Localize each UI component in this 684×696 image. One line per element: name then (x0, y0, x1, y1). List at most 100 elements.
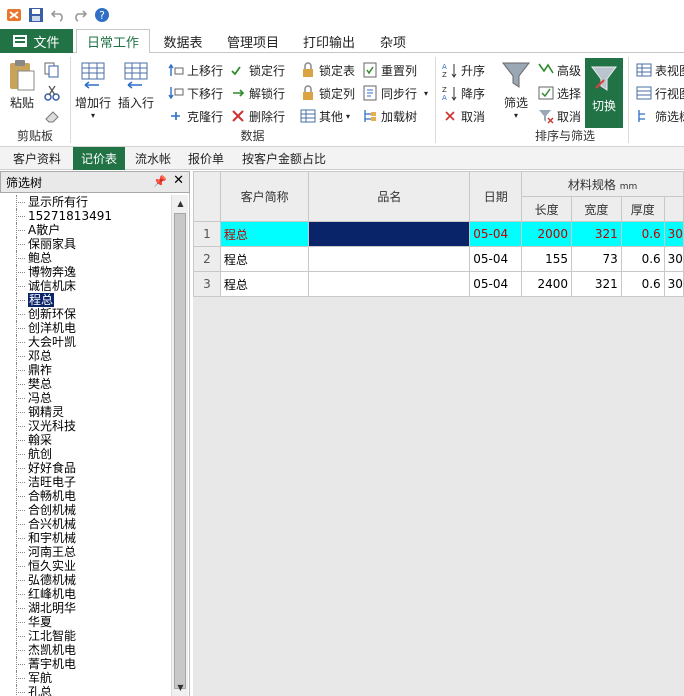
product-cell[interactable] (308, 246, 471, 272)
load-tree-button[interactable]: 加载树 (362, 106, 417, 126)
tree-item[interactable]: 和宇机械 (0, 531, 170, 545)
date-cell[interactable]: 05-04 (469, 221, 523, 247)
advanced-filter-button[interactable]: 高级 (538, 60, 581, 80)
move-down-button[interactable]: 下移行 (168, 83, 223, 103)
filter-tree-button[interactable]: 筛选树 (636, 106, 684, 126)
tab-manage-projects[interactable]: 管理项目 (218, 29, 288, 53)
product-cell[interactable] (308, 221, 471, 247)
tree-item[interactable]: 华夏 (0, 615, 170, 629)
row-view-button[interactable]: 行视图 (636, 83, 684, 103)
pin-icon[interactable]: 📌 (153, 175, 167, 188)
unlock-row-button[interactable]: 解锁行 (230, 83, 285, 103)
thickness-column-header[interactable]: 厚度 (620, 196, 665, 222)
tab-daily-work[interactable]: 日常工作 (76, 29, 150, 54)
add-row-button[interactable]: 增加行 ▾ (74, 59, 112, 120)
extra-cell[interactable]: 30 (663, 271, 684, 297)
help-icon[interactable]: ? (94, 7, 110, 23)
format-painter-button[interactable] (44, 106, 60, 126)
customer-cell[interactable]: 程总 (219, 221, 310, 247)
thickness-cell[interactable]: 0.6 (620, 221, 665, 247)
paste-button[interactable]: 粘贴 (4, 59, 40, 111)
table-row[interactable]: 3 程总 05-04 2400 321 0.6 30 (193, 271, 684, 297)
tree-item[interactable]: 河南王总 (0, 545, 170, 559)
tree-item[interactable]: 军航 (0, 671, 170, 685)
extra-cell[interactable]: 30 (663, 246, 684, 272)
clone-row-button[interactable]: 克隆行 (168, 106, 223, 126)
width-cell[interactable]: 321 (571, 271, 622, 297)
copy-button[interactable] (44, 60, 60, 80)
filter-button[interactable]: 筛选 ▾ (498, 59, 534, 120)
tree-item[interactable]: 诚信机床 (0, 279, 170, 293)
lock-row-button[interactable]: 锁定行 (230, 60, 285, 80)
other-button[interactable]: 其他 ▾ (300, 106, 350, 126)
scroll-down-icon[interactable]: ▼ (172, 679, 189, 696)
select-filter-button[interactable]: 选择 (538, 83, 581, 103)
extra-column-header[interactable] (663, 196, 684, 222)
thickness-cell[interactable]: 0.6 (620, 271, 665, 297)
tree-item[interactable]: 湖北明华 (0, 601, 170, 615)
move-up-button[interactable]: 上移行 (168, 60, 223, 80)
tree-item[interactable]: 博物奔逸 (0, 265, 170, 279)
tree-item[interactable]: 大会叶凯 (0, 335, 170, 349)
insert-row-button[interactable]: 插入行 (116, 59, 156, 111)
tab-quotation[interactable]: 报价单 (181, 147, 231, 170)
tree-item[interactable]: 创洋机电 (0, 321, 170, 335)
tree-item[interactable]: 合创机械 (0, 503, 170, 517)
tree-item[interactable]: 邓总 (0, 349, 170, 363)
tab-print-output[interactable]: 打印输出 (294, 29, 364, 53)
close-icon[interactable]: ✕ (173, 173, 184, 188)
extra-cell[interactable]: 30 (663, 221, 684, 247)
table-view-button[interactable]: 表视图 (636, 60, 684, 80)
save-icon[interactable] (28, 7, 44, 23)
lock-table-button[interactable]: 锁定表 (300, 60, 355, 80)
scrollbar-thumb[interactable] (174, 213, 186, 689)
length-cell[interactable]: 2000 (521, 221, 573, 247)
tree-item[interactable]: 翰采 (0, 433, 170, 447)
thickness-cell[interactable]: 0.6 (620, 246, 665, 272)
row-number[interactable]: 3 (193, 271, 221, 297)
delete-row-button[interactable]: 删除行 (230, 106, 285, 126)
row-number-header[interactable] (193, 171, 221, 222)
cancel-filter-button[interactable]: 取消 (538, 106, 581, 126)
tree-item[interactable]: 江北智能 (0, 629, 170, 643)
customer-cell[interactable]: 程总 (219, 271, 310, 297)
cancel-sort-button[interactable]: 取消 (442, 106, 485, 126)
scroll-up-icon[interactable]: ▲ (172, 195, 189, 212)
tab-customer-amount-share[interactable]: 按客户金额占比 (236, 147, 332, 170)
tree-item[interactable]: A散户 (0, 223, 170, 237)
tree-item[interactable]: 红峰机电 (0, 587, 170, 601)
product-column-header[interactable]: 品名 (308, 171, 471, 222)
tree-item[interactable]: 洁旺电子 (0, 475, 170, 489)
redo-icon[interactable] (72, 7, 88, 23)
customer-column-header[interactable]: 客户简称 (219, 171, 310, 222)
tree-item[interactable]: 航创 (0, 447, 170, 461)
tree-item[interactable]: 鼎祚 (0, 363, 170, 377)
date-column-header[interactable]: 日期 (469, 171, 523, 222)
tree-scrollbar[interactable]: ▲ ▼ (171, 195, 188, 696)
lock-column-button[interactable]: 锁定列 (300, 83, 355, 103)
date-cell[interactable]: 05-04 (469, 271, 523, 297)
tree-item[interactable]: 程总 (0, 293, 170, 307)
tab-file[interactable]: 文件 (0, 29, 73, 53)
tree-item[interactable]: 合畅机电 (0, 489, 170, 503)
tree-item[interactable]: 好好食品 (0, 461, 170, 475)
tree-item[interactable]: 创新环保 (0, 307, 170, 321)
tree-item[interactable]: 汉光科技 (0, 419, 170, 433)
length-column-header[interactable]: 长度 (521, 196, 573, 222)
tree-item[interactable]: 恒久实业 (0, 559, 170, 573)
customer-cell[interactable]: 程总 (219, 246, 310, 272)
width-column-header[interactable]: 宽度 (571, 196, 622, 222)
tab-misc[interactable]: 杂项 (369, 29, 417, 53)
width-cell[interactable]: 321 (571, 221, 622, 247)
tree-item[interactable]: 合兴机械 (0, 517, 170, 531)
width-cell[interactable]: 73 (571, 246, 622, 272)
tree-item[interactable]: 显示所有行 (0, 195, 170, 209)
row-number[interactable]: 2 (193, 246, 221, 272)
cut-button[interactable] (44, 83, 60, 103)
length-cell[interactable]: 2400 (521, 271, 573, 297)
tab-data-table[interactable]: 数据表 (153, 29, 213, 53)
sort-descending-button[interactable]: Z A 降序 (442, 83, 485, 103)
table-row[interactable]: 2 程总 05-04 155 73 0.6 30 (193, 246, 684, 272)
length-cell[interactable]: 155 (521, 246, 573, 272)
reset-column-button[interactable]: 重置列 (362, 60, 417, 80)
